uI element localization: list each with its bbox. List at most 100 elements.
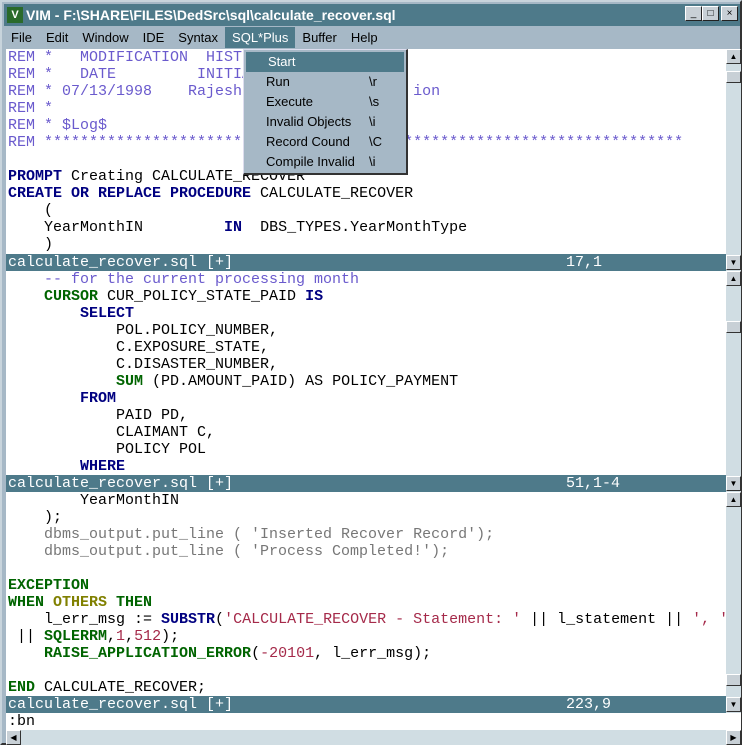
code-token: CURSOR [44,288,99,305]
scroll-up-button[interactable]: ▲ [726,49,741,64]
menu-item-label: Run [266,74,290,89]
scroll-thumb[interactable] [726,674,741,686]
code-token: 1 [116,628,126,645]
menu-sqlplus[interactable]: SQL*Plus [225,27,296,48]
menu-ide[interactable]: IDE [136,27,172,48]
code-token: REM * $Log$ [8,117,108,134]
code-line: l_err_msg := SUBSTR('CALCULATE_RECOVER -… [6,611,726,628]
command-line[interactable]: :bn [6,713,741,730]
menu-bar: File Edit Window IDE Syntax SQL*Plus Buf… [4,27,740,48]
menu-syntax[interactable]: Syntax [171,27,225,48]
code-line: ) [6,236,726,253]
menu-buffer[interactable]: Buffer [295,27,343,48]
code-token: WHEN [8,594,54,611]
menu-item-record-count[interactable]: Record Cound \C [244,132,406,152]
code-line: || SQLERRM,1,512); [6,628,726,645]
sqlplus-dropdown-menu: Start Run \r Execute \s Invalid Objects \i … [243,49,408,175]
code-line: POL.POLICY_NUMBER, [6,322,726,339]
code-token: WHERE [80,458,126,475]
code-token: ', ' [692,611,726,628]
code-token: IN [224,219,243,236]
scrollbar-pane-2[interactable]: ▲ ▼ [726,271,741,492]
menu-window[interactable]: Window [75,27,135,48]
scroll-right-button[interactable]: ▶ [726,730,741,745]
code-token: REM * DATE INITIA [8,66,252,83]
menu-item-shortcut: \s [369,94,380,109]
menu-item-label: Compile Invalid [266,154,355,169]
code-token: , l_err_msg); [314,645,432,662]
code-token: ( [8,202,54,219]
scrollbar-pane-3[interactable]: ▲ ▼ [726,492,741,713]
minimize-button[interactable]: _ [685,6,702,21]
scroll-down-button[interactable]: ▼ [726,697,741,712]
scroll-down-button[interactable]: ▼ [726,476,741,491]
code-line: CREATE OR REPLACE PROCEDURE CALCULATE_RE… [6,185,726,202]
code-token: PAID PD, [8,407,189,424]
code-line: FROM [6,390,726,407]
code-line: PAID PD, [6,407,726,424]
editor-pane-2[interactable]: -- for the current processing month CURS… [6,271,726,475]
code-token: PROMPT [8,168,72,185]
scroll-down-button[interactable]: ▼ [726,255,741,270]
menu-item-label: Start [268,54,296,69]
code-line: C.DISASTER_NUMBER, [6,356,726,373]
code-token: dbms_output.put_line ( 'Process Complete… [8,543,450,560]
menu-item-compile-invalid[interactable]: Compile Invalid \i [244,152,406,172]
code-token: DBS_TYPES.YearMonthType [242,219,468,236]
code-token: (PD.AMOUNT_PAID) AS POLICY_PAYMENT [143,373,459,390]
code-token: 'CALCULATE_RECOVER - Statement: ' [224,611,522,628]
scroll-thumb[interactable] [726,71,741,83]
menu-item-start[interactable]: Start [246,52,404,72]
close-button[interactable]: × [721,6,738,21]
menu-item-label: Execute [266,94,313,109]
code-line: C.EXPOSURE_STATE, [6,339,726,356]
scrollbar-pane-1[interactable]: ▲ ▼ [726,49,741,271]
code-token: SUBSTR [161,611,216,628]
scroll-up-button[interactable]: ▲ [726,271,741,286]
status-filename: calculate_recover.sql [+] [8,254,234,271]
code-token: C.EXPOSURE_STATE, [8,339,270,356]
code-line: ); [6,509,726,526]
scroll-up-button[interactable]: ▲ [726,492,741,507]
menu-item-shortcut: \C [369,134,382,149]
menu-item-shortcut: \r [369,74,377,89]
code-line: CURSOR CUR_POLICY_STATE_PAID IS [6,288,726,305]
maximize-button[interactable]: □ [702,6,719,21]
code-line: WHERE [6,458,726,475]
menu-file[interactable]: File [4,27,39,48]
code-line: YearMonthIN IN DBS_TYPES.YearMonthType [6,219,726,236]
code-token: dbms_output.put_line ( 'Inserted Recover… [8,526,495,543]
menu-item-execute[interactable]: Execute \s [244,92,406,112]
code-token: ( [251,645,261,662]
code-token: YearMonthIN [8,492,180,509]
code-line: SUM (PD.AMOUNT_PAID) AS POLICY_PAYMENT [6,373,726,390]
code-line: -- for the current processing month [6,271,726,288]
menu-item-label: Record Cound [266,134,350,149]
menu-item-shortcut: \i [369,114,376,129]
status-position: 223,9 [566,696,612,713]
scroll-left-button[interactable]: ◀ [6,730,21,745]
horizontal-scrollbar[interactable]: ◀ ▶ [6,730,741,745]
scroll-thumb[interactable] [726,321,741,333]
title-bar: V VIM - F:\SHARE\FILES\DedSrc\sql\calcul… [4,4,740,26]
window-title: VIM - F:\SHARE\FILES\DedSrc\sql\calculat… [26,7,396,23]
code-token: -20101 [260,645,315,662]
code-token: ); [8,509,63,526]
code-token: POL.POLICY_NUMBER, [8,322,279,339]
menu-item-invalid-objects[interactable]: Invalid Objects \i [244,112,406,132]
code-token: EXCEPTION [8,577,90,594]
menu-item-run[interactable]: Run \r [244,72,406,92]
menu-edit[interactable]: Edit [39,27,75,48]
code-token: CLAIMANT C, [8,424,216,441]
code-line: CLAIMANT C, [6,424,726,441]
code-token: 512 [134,628,162,645]
menu-help[interactable]: Help [344,27,385,48]
code-token: REM * [8,100,54,117]
code-line: dbms_output.put_line ( 'Inserted Recover… [6,526,726,543]
editor-pane-3[interactable]: YearMonthIN ); dbms_output.put_line ( 'I… [6,492,726,696]
code-token: OTHERS [53,594,108,611]
code-token: ( [215,611,225,628]
